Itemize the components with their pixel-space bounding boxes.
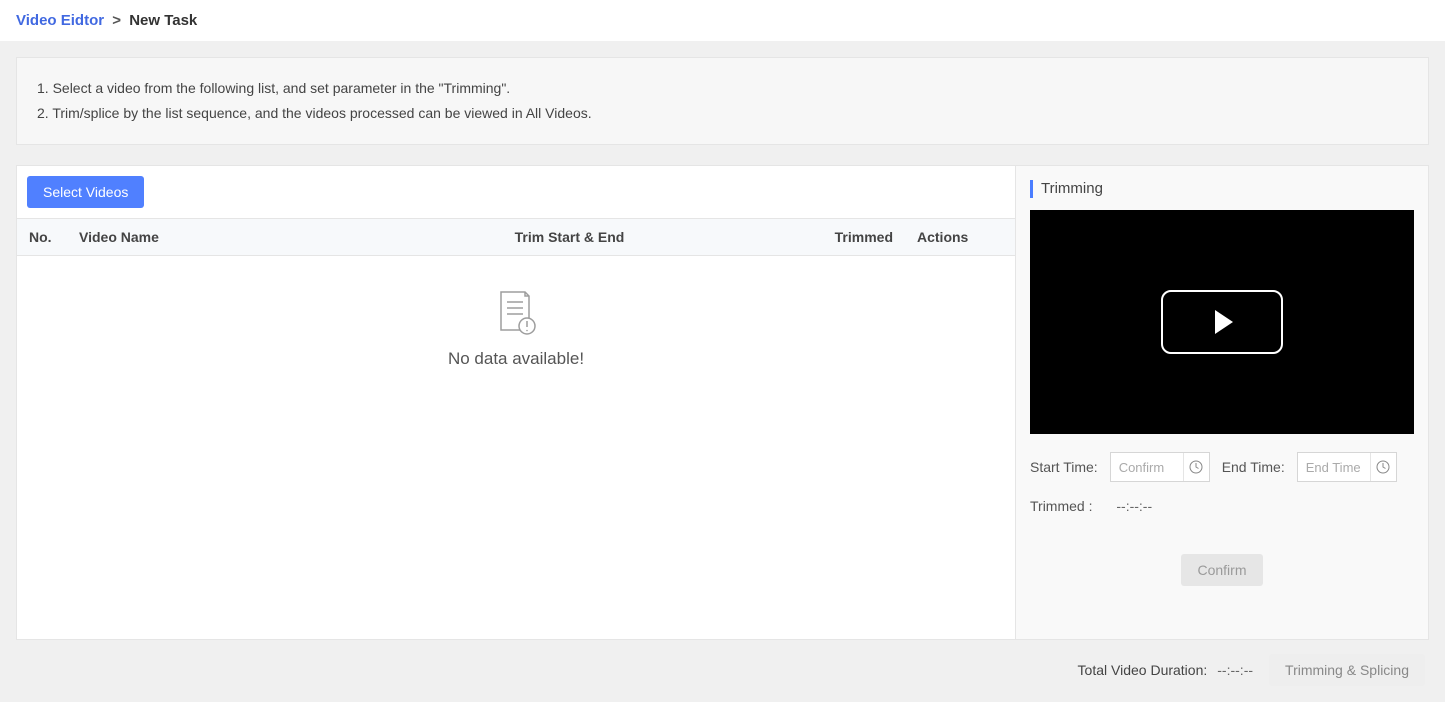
- trimmed-row: Trimmed : --:--:--: [1030, 498, 1414, 514]
- select-videos-button[interactable]: Select Videos: [27, 176, 144, 208]
- main-row: Select Videos No. Video Name Trim Start …: [16, 165, 1429, 640]
- breadcrumb: Video Eidtor > New Task: [0, 0, 1445, 41]
- end-time-field[interactable]: [1297, 452, 1397, 482]
- empty-state: No data available!: [17, 256, 1015, 419]
- col-no: No.: [17, 219, 67, 256]
- start-time-field[interactable]: [1110, 452, 1210, 482]
- empty-message: No data available!: [17, 349, 1015, 369]
- start-time-label: Start Time:: [1030, 459, 1098, 475]
- trimmed-value: --:--:--: [1116, 498, 1152, 514]
- breadcrumb-current: New Task: [129, 12, 197, 29]
- col-video-name: Video Name: [67, 219, 503, 256]
- info-panel: 1. Select a video from the following lis…: [16, 57, 1429, 145]
- trimmed-label: Trimmed :: [1030, 498, 1092, 514]
- total-duration-value: --:--:--: [1217, 662, 1253, 678]
- trimming-title: Trimming: [1030, 180, 1414, 198]
- trimming-pane: Trimming Start Time: End Time:: [1016, 166, 1428, 639]
- info-line-2: 2. Trim/splice by the list sequence, and…: [37, 101, 1408, 126]
- total-duration-label: Total Video Duration:: [1078, 662, 1208, 678]
- play-icon: [1215, 310, 1233, 334]
- col-trim-range: Trim Start & End: [503, 219, 823, 256]
- col-actions: Actions: [905, 219, 1015, 256]
- video-preview[interactable]: [1030, 210, 1414, 434]
- list-filler: [17, 419, 1015, 639]
- footer-row: Total Video Duration: --:--:-- Trimming …: [16, 640, 1429, 686]
- trimming-splicing-button[interactable]: Trimming & Splicing: [1269, 654, 1425, 686]
- page-body: 1. Select a video from the following lis…: [0, 41, 1445, 702]
- video-list-toolbar: Select Videos: [17, 166, 1015, 219]
- breadcrumb-separator: >: [112, 12, 121, 29]
- confirm-button[interactable]: Confirm: [1181, 554, 1262, 586]
- col-trimmed: Trimmed: [823, 219, 905, 256]
- end-time-label: End Time:: [1222, 459, 1285, 475]
- end-time-input[interactable]: [1298, 460, 1370, 475]
- empty-icon: [493, 286, 539, 336]
- clock-icon[interactable]: [1370, 453, 1396, 481]
- play-button[interactable]: [1161, 290, 1283, 354]
- video-table: No. Video Name Trim Start & End Trimmed …: [17, 219, 1015, 419]
- breadcrumb-link-video-editor[interactable]: Video Eidtor: [16, 12, 104, 29]
- info-line-1: 1. Select a video from the following lis…: [37, 76, 1408, 101]
- clock-icon[interactable]: [1183, 453, 1209, 481]
- time-inputs-row: Start Time: End Time:: [1030, 452, 1414, 482]
- video-list-pane: Select Videos No. Video Name Trim Start …: [17, 166, 1016, 639]
- start-time-input[interactable]: [1111, 460, 1183, 475]
